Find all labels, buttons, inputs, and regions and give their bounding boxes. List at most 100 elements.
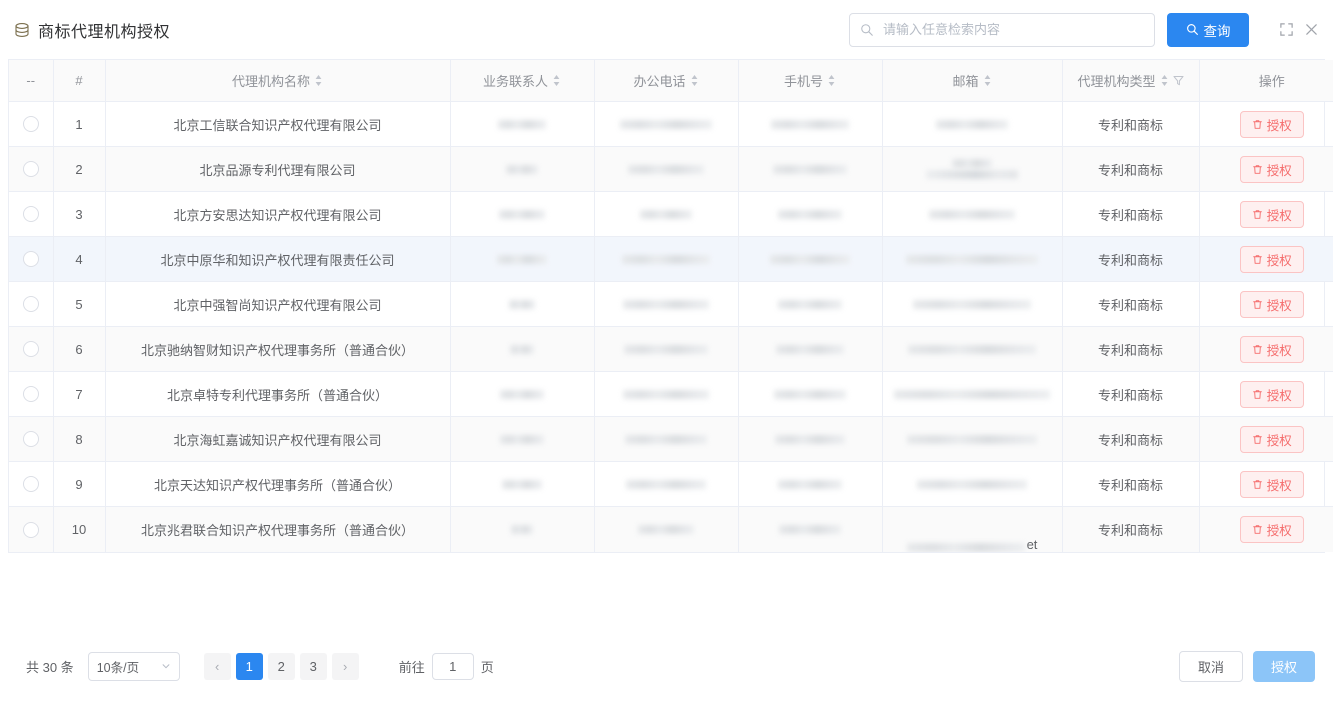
table-row[interactable]: 6 北京驰纳智财知识产权代理事务所（普通合伙） 专利和商标 授权 bbox=[9, 326, 1333, 372]
redacted-mobile bbox=[745, 102, 876, 146]
row-authorize-button[interactable]: 授权 bbox=[1239, 200, 1304, 228]
page-button-1[interactable]: 1 bbox=[235, 652, 263, 680]
grant-button[interactable]: 授权 bbox=[1252, 650, 1315, 682]
table-header-name[interactable]: 代理机构名称 bbox=[105, 60, 451, 102]
redacted-bar bbox=[638, 524, 694, 534]
row-authorize-button[interactable]: 授权 bbox=[1239, 335, 1304, 363]
row-radio[interactable] bbox=[22, 251, 39, 268]
sort-icon[interactable] bbox=[1160, 74, 1169, 87]
redacted-contact bbox=[457, 372, 588, 416]
next-page-button[interactable]: › bbox=[331, 652, 359, 680]
row-radio[interactable] bbox=[22, 431, 39, 448]
page-size-select[interactable]: 10条/页 bbox=[87, 651, 180, 681]
row-radio[interactable] bbox=[22, 296, 39, 313]
row-authorize-label: 授权 bbox=[1266, 118, 1292, 133]
goto-page-input[interactable] bbox=[431, 652, 474, 680]
row-radio[interactable] bbox=[22, 341, 39, 358]
prev-page-button[interactable]: ‹ bbox=[203, 652, 231, 680]
redacted-bar bbox=[907, 434, 1037, 444]
redacted-bar bbox=[775, 434, 845, 444]
row-authorize-label: 授权 bbox=[1266, 208, 1292, 223]
row-select-cell[interactable] bbox=[9, 416, 54, 462]
row-action-cell: 授权 bbox=[1199, 326, 1333, 372]
table-header-type[interactable]: 代理机构类型 bbox=[1062, 60, 1200, 102]
table-row[interactable]: 5 北京中强智尚知识产权代理有限公司 专利和商标 授权 bbox=[9, 281, 1333, 327]
row-select-cell[interactable] bbox=[9, 146, 54, 192]
redacted-bar bbox=[778, 209, 842, 219]
page-size-value: 10条/页 bbox=[96, 660, 140, 675]
row-radio[interactable] bbox=[22, 386, 39, 403]
trash-icon bbox=[1252, 119, 1262, 129]
table-header-email[interactable]: 邮箱 bbox=[882, 60, 1063, 102]
row-email-cell bbox=[882, 101, 1063, 147]
row-authorize-label: 授权 bbox=[1266, 433, 1292, 448]
row-radio[interactable] bbox=[22, 521, 39, 538]
row-office-phone-cell bbox=[594, 191, 739, 237]
query-button[interactable]: 查询 bbox=[1167, 12, 1249, 47]
search-box[interactable] bbox=[849, 12, 1155, 47]
row-select-cell[interactable] bbox=[9, 371, 54, 417]
row-type-cell: 专利和商标 bbox=[1062, 461, 1200, 507]
row-select-cell[interactable] bbox=[9, 236, 54, 282]
row-authorize-button[interactable]: 授权 bbox=[1239, 155, 1304, 183]
row-contact-cell bbox=[450, 281, 595, 327]
table-row[interactable]: 1 北京工信联合知识产权代理有限公司 专利和商标 授权 bbox=[9, 101, 1333, 147]
row-authorize-button[interactable]: 授权 bbox=[1239, 290, 1304, 318]
row-type-cell: 专利和商标 bbox=[1062, 371, 1200, 417]
row-agency-name-cell: 北京天达知识产权代理事务所（普通合伙） bbox=[105, 461, 451, 507]
sort-icon[interactable] bbox=[827, 74, 836, 87]
footer-bar: 共 30 条 10条/页 ‹ 1 2 3 › 前往 页 取消 授权 bbox=[0, 630, 1333, 702]
row-email-cell bbox=[882, 461, 1063, 507]
sort-icon[interactable] bbox=[314, 74, 323, 87]
row-select-cell[interactable] bbox=[9, 326, 54, 372]
sort-icon[interactable] bbox=[983, 74, 992, 87]
row-select-cell[interactable] bbox=[9, 461, 54, 507]
row-select-cell[interactable] bbox=[9, 191, 54, 237]
row-type-cell: 专利和商标 bbox=[1062, 506, 1200, 552]
row-select-cell[interactable] bbox=[9, 506, 54, 552]
row-select-cell[interactable] bbox=[9, 281, 54, 327]
search-input[interactable] bbox=[881, 21, 1144, 38]
row-agency-name-cell: 北京中原华和知识产权代理有限责任公司 bbox=[105, 236, 451, 282]
row-authorize-button[interactable]: 授权 bbox=[1239, 425, 1304, 453]
redacted-bar bbox=[917, 479, 1027, 489]
row-mobile-cell bbox=[738, 326, 883, 372]
table-row[interactable]: 4 北京中原华和知识产权代理有限责任公司 专利和商标 授权 bbox=[9, 236, 1333, 282]
redacted-contact bbox=[457, 327, 588, 371]
table-header-office[interactable]: 办公电话 bbox=[594, 60, 739, 102]
sort-icon[interactable] bbox=[552, 74, 561, 87]
table-header-mobile[interactable]: 手机号 bbox=[738, 60, 883, 102]
filter-icon[interactable] bbox=[1172, 75, 1184, 86]
row-authorize-button[interactable]: 授权 bbox=[1239, 470, 1304, 498]
row-authorize-button[interactable]: 授权 bbox=[1239, 515, 1304, 543]
redacted-bar bbox=[506, 164, 538, 174]
table-row[interactable]: 2 北京品源专利代理有限公司 专利和商标 授权 bbox=[9, 146, 1333, 192]
table-row[interactable]: 7 北京卓特专利代理事务所（普通合伙） 专利和商标 授权 bbox=[9, 371, 1333, 417]
header-label-office: 办公电话 bbox=[633, 74, 686, 89]
row-office-phone-cell bbox=[594, 506, 739, 552]
page-button-2[interactable]: 2 bbox=[267, 652, 295, 680]
page-button-3[interactable]: 3 bbox=[299, 652, 327, 680]
close-icon[interactable] bbox=[1304, 22, 1319, 37]
sort-icon[interactable] bbox=[690, 74, 699, 87]
fullscreen-icon[interactable] bbox=[1279, 22, 1294, 37]
table-row[interactable]: 9 北京天达知识产权代理事务所（普通合伙） 专利和商标 授权 bbox=[9, 461, 1333, 507]
redacted-bar bbox=[628, 164, 704, 174]
row-authorize-button[interactable]: 授权 bbox=[1239, 110, 1304, 138]
row-radio[interactable] bbox=[22, 161, 39, 178]
row-radio[interactable] bbox=[22, 206, 39, 223]
row-authorize-button[interactable]: 授权 bbox=[1239, 245, 1304, 273]
table-row[interactable]: 10 北京兆君联合知识产权代理事务所（普通合伙） et 专利和商标 授权 bbox=[9, 506, 1333, 552]
redacted-mobile bbox=[745, 192, 876, 236]
row-authorize-button[interactable]: 授权 bbox=[1239, 380, 1304, 408]
table-row[interactable]: 8 北京海虹嘉诚知识产权代理有限公司 专利和商标 授权 bbox=[9, 416, 1333, 462]
table-row[interactable]: 3 北京方安思达知识产权代理有限公司 专利和商标 授权 bbox=[9, 191, 1333, 237]
cancel-button[interactable]: 取消 bbox=[1178, 650, 1243, 682]
redacted-bar bbox=[499, 209, 545, 219]
row-radio[interactable] bbox=[22, 116, 39, 133]
redacted-office-phone bbox=[601, 102, 732, 146]
table-header-contact[interactable]: 业务联系人 bbox=[450, 60, 595, 102]
row-radio[interactable] bbox=[22, 476, 39, 493]
redacted-mobile bbox=[745, 417, 876, 461]
row-select-cell[interactable] bbox=[9, 101, 54, 147]
